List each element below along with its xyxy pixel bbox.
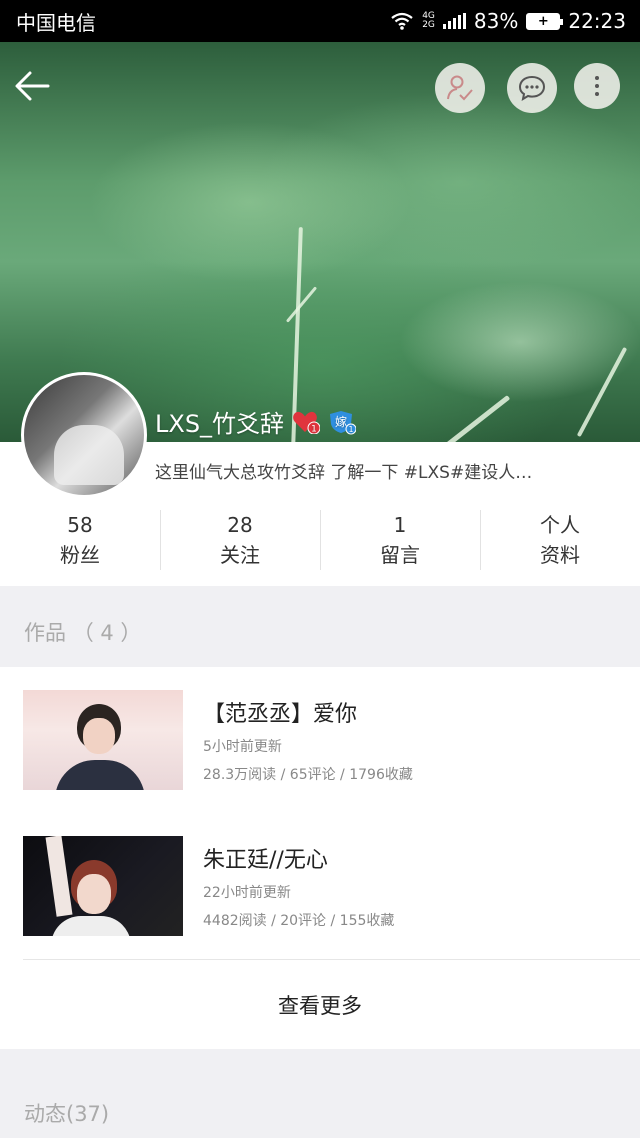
follow-button[interactable] <box>435 63 485 113</box>
heart-badge-icon[interactable]: 1 <box>292 410 321 434</box>
list-item[interactable]: 朱正廷//无心 22小时前更新 4482阅读 / 20评论 / 155收藏 <box>23 836 623 936</box>
clock: 22:23 <box>568 9 626 33</box>
more-button[interactable] <box>574 63 620 109</box>
stat-value: 个人 <box>540 513 580 537</box>
work-stats: 4482阅读 / 20评论 / 155收藏 <box>203 913 395 929</box>
avatar[interactable] <box>21 372 147 498</box>
work-updated-time: 22小时前更新 <box>203 885 291 901</box>
shield-badge-count: 1 <box>349 425 354 434</box>
list-item[interactable]: 【范丞丞】爱你 5小时前更新 28.3万阅读 / 65评论 / 1796收藏 <box>23 690 623 790</box>
works-list: 【范丞丞】爱你 5小时前更新 28.3万阅读 / 65评论 / 1796收藏 朱… <box>0 667 640 1049</box>
message-button[interactable] <box>507 63 557 113</box>
stats-bar: 58 粉丝 28 关注 1 留言 个人 资料 <box>0 508 640 572</box>
wifi-icon <box>391 12 413 30</box>
battery-percent: 83% <box>473 9 519 33</box>
profile-bio[interactable]: 这里仙气大总攻竹爻辞 了解一下 #LXS#建设人… <box>155 458 625 483</box>
work-thumbnail <box>23 836 183 936</box>
view-more-button[interactable]: 查看更多 <box>0 960 640 1049</box>
stat-value: 28 <box>227 513 253 537</box>
work-updated-time: 5小时前更新 <box>203 739 282 755</box>
more-vertical-icon <box>595 76 599 96</box>
activity-section-title: 动态(37) <box>24 1102 110 1126</box>
work-title: 【范丞丞】爱你 <box>203 702 358 727</box>
chat-bubble-icon <box>518 75 546 102</box>
stat-label: 资料 <box>540 543 580 567</box>
arrow-left-icon <box>15 71 50 101</box>
stat-profile[interactable]: 个人 资料 <box>480 508 640 572</box>
back-button[interactable] <box>12 66 52 106</box>
user-check-icon <box>447 75 473 101</box>
stat-label: 关注 <box>220 543 260 567</box>
work-thumbnail <box>23 690 183 790</box>
stat-label: 粉丝 <box>60 543 100 567</box>
works-section-title: 作品 （ 4 ） <box>24 621 142 645</box>
shield-badge-icon[interactable]: 嫁 1 <box>328 409 357 435</box>
works-count: （ 4 ） <box>72 621 142 645</box>
stat-value: 58 <box>67 513 93 537</box>
stat-label: 留言 <box>380 543 420 567</box>
carrier-label: 中国电信 <box>16 10 96 35</box>
battery-icon: + <box>526 12 564 30</box>
stat-following[interactable]: 28 关注 <box>160 508 320 572</box>
profile-name-row: LXS_竹爻辞 1 嫁 1 <box>155 404 357 439</box>
heart-badge-count: 1 <box>311 424 317 434</box>
stat-fans[interactable]: 58 粉丝 <box>0 508 160 572</box>
stat-messages[interactable]: 1 留言 <box>320 508 480 572</box>
profile-name: LXS_竹爻辞 <box>155 410 285 438</box>
network-type: 4G 2G <box>422 11 435 30</box>
work-stats: 28.3万阅读 / 65评论 / 1796收藏 <box>203 767 413 783</box>
status-bar: 中国电信 4G 2G 83% + 22:23 <box>0 0 640 42</box>
stat-value: 1 <box>393 513 407 537</box>
work-title: 朱正廷//无心 <box>203 848 328 873</box>
shield-badge-text: 嫁 <box>335 414 347 429</box>
signal-icon <box>442 13 466 29</box>
